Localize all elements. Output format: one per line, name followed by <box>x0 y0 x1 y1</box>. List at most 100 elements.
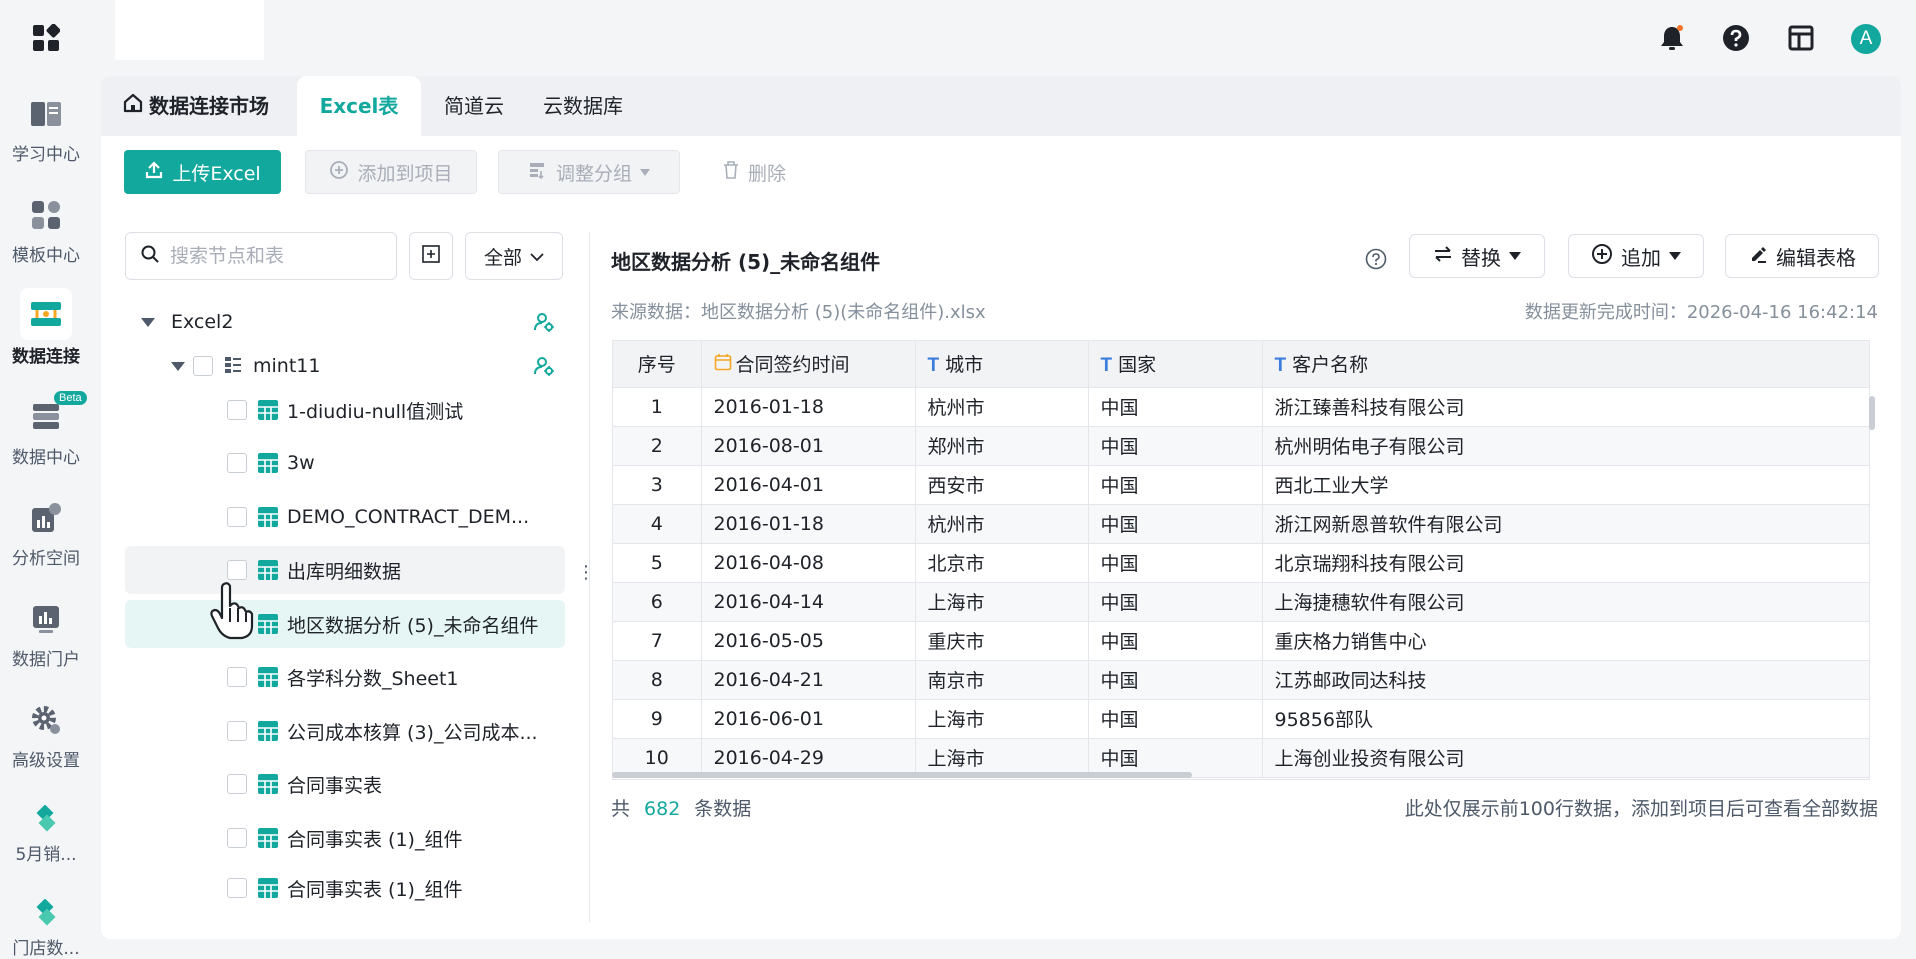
analysis-icon <box>26 498 66 538</box>
user-permission-icon[interactable] <box>533 355 555 382</box>
tab-label: 云数据库 <box>543 94 623 118</box>
sheet-icon <box>257 559 279 581</box>
plus-circle-icon <box>329 160 349 185</box>
column-header-index[interactable]: 序号 <box>613 341 702 388</box>
tree-node-sheet[interactable]: 各学科分数_Sheet1 <box>125 653 565 701</box>
tab-excel[interactable]: Excel表 <box>297 76 421 136</box>
tree-node-sheet[interactable]: 出库明细数据 <box>125 546 565 594</box>
home-icon <box>123 76 143 136</box>
nav-item-portal[interactable]: 数据门户 <box>0 599 92 670</box>
nav-item-recent-1[interactable]: 5月销... <box>0 804 92 865</box>
chevron-down-icon <box>530 245 544 267</box>
swap-icon <box>1433 244 1453 268</box>
plus-square-icon <box>421 244 441 268</box>
tab-cloud-db[interactable]: 云数据库 <box>543 76 623 136</box>
column-header-date[interactable]: 合同签约时间 <box>701 341 916 388</box>
adjust-group-button[interactable]: 调整分组 <box>498 150 680 194</box>
user-permission-icon[interactable] <box>533 311 555 338</box>
plus-circle-icon <box>1591 243 1613 270</box>
edit-table-button[interactable]: 编辑表格 <box>1725 234 1879 278</box>
table-cell: 重庆格力销售中心 <box>1262 621 1869 661</box>
caret-down-icon <box>640 168 650 176</box>
caret-down-icon[interactable] <box>171 361 185 371</box>
table-cell: 2016-06-01 <box>701 699 916 739</box>
tree-checkbox[interactable] <box>227 721 247 741</box>
nav-item-data-connect[interactable]: 数据连接 <box>0 288 92 367</box>
apps-grid-icon[interactable] <box>32 23 61 52</box>
tree-node-sheet[interactable]: 合同事实表 (1)_组件 <box>125 864 565 912</box>
help-circle-icon[interactable] <box>1365 248 1387 274</box>
tree-node-sheet[interactable]: 3w <box>125 439 565 487</box>
caret-down-icon <box>1509 252 1521 260</box>
tab-market[interactable]: 数据连接市场 <box>123 76 269 136</box>
horizontal-scrollbar[interactable] <box>612 772 1192 778</box>
tree-label: DEMO_CONTRACT_DEM... <box>287 506 530 528</box>
filter-select[interactable]: 全部 <box>465 232 563 280</box>
nav-item-settings[interactable]: 高级设置 <box>0 700 92 771</box>
help-icon[interactable] <box>1720 22 1752 54</box>
logo-area <box>115 0 264 60</box>
table-cell: 江苏邮政同达科技 <box>1262 660 1869 700</box>
tree-checkbox[interactable] <box>227 828 247 848</box>
nav-item-data-center[interactable]: Beta 数据中心 <box>0 391 92 468</box>
add-to-project-button[interactable]: 添加到项目 <box>305 150 477 194</box>
table-row: 7 2016-05-05 重庆市 中国 重庆格力销售中心 <box>613 621 1869 661</box>
tree-node-sheet[interactable]: 公司成本核算 (3)_公司成本... <box>125 707 565 755</box>
tree-checkbox[interactable] <box>193 356 213 376</box>
table-cell: 7 <box>613 621 702 661</box>
column-header-customer[interactable]: T 客户名称 <box>1262 341 1869 388</box>
tree-checkbox[interactable] <box>227 400 247 420</box>
nav-item-analysis[interactable]: 分析空间 <box>0 498 92 569</box>
table-cell: 95856部队 <box>1262 699 1869 739</box>
table-cell: 3 <box>613 465 702 505</box>
row-count-number: 682 <box>644 798 681 820</box>
tree-node-sheet-selected[interactable]: 地区数据分析 (5)_未命名组件 <box>125 600 565 648</box>
text-type-icon: T <box>927 355 940 377</box>
sheet-icon <box>257 720 279 742</box>
table-row: 8 2016-04-21 南京市 中国 江苏邮政同达科技 <box>613 660 1869 700</box>
vertical-scrollbar[interactable] <box>1869 396 1875 430</box>
table-row: 2 2016-08-01 郑州市 中国 杭州明佑电子有限公司 <box>613 426 1869 466</box>
bell-icon[interactable] <box>1656 22 1688 54</box>
append-button[interactable]: 追加 <box>1568 234 1704 278</box>
tree-node-group[interactable]: Excel2 <box>125 298 565 346</box>
tree-node-folder[interactable]: mint11 <box>125 342 565 390</box>
upload-excel-button[interactable]: 上传Excel <box>124 150 281 194</box>
nav-item-templates[interactable]: 模板中心 <box>0 195 92 266</box>
replace-button[interactable]: 替换 <box>1409 234 1545 278</box>
tab-bar: 数据连接市场 Excel表 简道云 云数据库 <box>101 76 1901 136</box>
tree-checkbox[interactable] <box>227 560 247 580</box>
tree-checkbox[interactable] <box>227 453 247 473</box>
tab-jiandaoyun[interactable]: 简道云 <box>444 76 504 136</box>
nav-item-recent-2[interactable]: 门店数... <box>0 898 92 959</box>
avatar[interactable]: A <box>1851 24 1881 54</box>
caret-down-icon <box>1669 252 1681 260</box>
caret-down-icon[interactable] <box>141 317 155 327</box>
table-cell: 杭州明佑电子有限公司 <box>1262 426 1869 466</box>
tree-node-sheet[interactable]: 1-diudiu-null值测试 <box>125 386 565 434</box>
tree-node-sheet[interactable]: 合同事实表 (1)_组件 <box>125 814 565 862</box>
tree-node-sheet[interactable]: DEMO_CONTRACT_DEM... <box>125 493 565 541</box>
table-row: 1 2016-01-18 杭州市 中国 浙江臻善科技有限公司 <box>613 387 1869 427</box>
nav-item-learning[interactable]: 学习中心 <box>0 94 92 165</box>
tree-checkbox[interactable] <box>227 774 247 794</box>
column-header-city[interactable]: T 城市 <box>915 341 1089 388</box>
column-header-label: 合同签约时间 <box>735 354 850 377</box>
tree-checkbox[interactable] <box>227 878 247 898</box>
tree-node-sheet[interactable]: 合同事实表 <box>125 760 565 808</box>
add-node-button[interactable] <box>409 232 453 280</box>
search-input[interactable] <box>168 244 392 268</box>
tree-checkbox[interactable] <box>227 507 247 527</box>
portal-icon <box>26 599 66 639</box>
nav-label: 高级设置 <box>12 751 80 771</box>
tab-label: 简道云 <box>444 94 504 118</box>
preview-note: 此处仅展示前100行数据，添加到项目后可查看全部数据 <box>1404 798 1878 820</box>
resize-handle-icon[interactable]: ⋮ <box>577 562 595 583</box>
delete-button[interactable]: 删除 <box>711 150 797 194</box>
beta-badge: Beta <box>54 391 87 405</box>
button-label: 上传Excel <box>172 162 261 185</box>
layout-icon[interactable] <box>1785 22 1817 54</box>
folder-list-icon <box>223 355 245 377</box>
column-header-country[interactable]: T 国家 <box>1088 341 1263 388</box>
tree-checkbox[interactable] <box>227 667 247 687</box>
